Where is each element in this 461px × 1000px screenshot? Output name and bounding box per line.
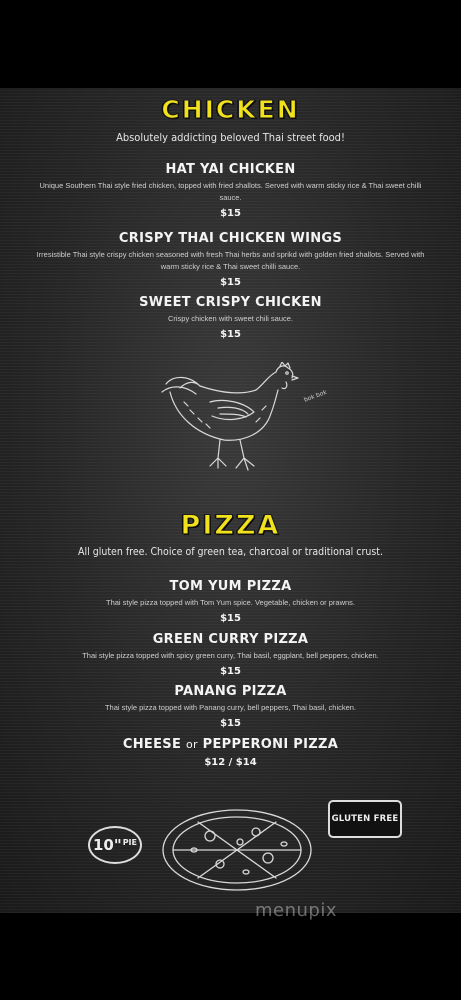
item-name: GREEN CURRY PIZZA [152,632,309,647]
menu-item-cheese-or-pepperoni-pizza: CHEESE or PEPPERONI PIZZA $12 / $14 [30,737,431,770]
item-name: CRISPY THAI CHICKEN WINGS [118,231,343,246]
item-description: Unique Southern Thai style fried chicken… [39,181,422,202]
item-name: SWEET CRISPY CHICKEN [139,295,322,310]
item-description: Thai style pizza topped with Tom Yum spi… [105,598,356,607]
item-description: Crispy chicken with sweet chili sauce. [167,314,294,323]
item-name: PANANG PIZZA [174,684,287,699]
item-price: $12 / $14 [204,757,257,768]
item-name-or: or [185,738,198,751]
item-description: Thai style pizza topped with spicy green… [82,651,379,660]
item-name: TOM YUM PIZZA [169,579,292,594]
menu-item-hat-yai-chicken: HAT YAI CHICKEN Unique Southern Thai sty… [30,162,431,221]
menu-item-sweet-crispy-chicken: SWEET CRISPY CHICKEN Crispy chicken with… [30,295,431,342]
item-price: $15 [220,277,241,288]
chicken-section-subtitle: Absolutely addicting beloved Thai street… [116,131,345,144]
pizza-section-title: PIZZA [180,510,281,542]
item-name: HAT YAI CHICKEN [165,162,296,177]
pizza-illustration [162,809,312,891]
gluten-free-label: GLUTEN FREE [331,814,399,824]
item-description: Irresistible Thai style crispy chicken s… [36,250,425,271]
gluten-free-badge: GLUTEN FREE [328,800,402,838]
item-name-cheese: CHEESE [122,737,182,752]
pie-size-value: 10" [92,836,122,854]
item-price: $15 [220,613,241,624]
menu-item-tom-yum-pizza: TOM YUM PIZZA Thai style pizza topped wi… [30,579,431,626]
item-price: $15 [220,666,241,677]
item-description: Thai style pizza topped with Panang curr… [104,703,357,712]
pizza-section-subtitle: All gluten free. Choice of green tea, ch… [78,546,383,558]
pie-size-unit: PIE [122,837,137,847]
item-price: $15 [220,718,241,729]
item-name-pepperoni: PEPPERONI PIZZA [202,737,339,752]
menu-item-green-curry-pizza: GREEN CURRY PIZZA Thai style pizza toppe… [30,632,431,679]
pie-size-badge: 10" PIE [88,826,142,864]
item-name: CHEESE or PEPPERONI PIZZA [30,737,431,753]
menupix-watermark: menupix [254,900,337,921]
menu-item-crispy-thai-chicken-wings: CRISPY THAI CHICKEN WINGS Irresistible T… [30,231,431,290]
item-price: $15 [220,329,241,340]
chicken-section-title: CHICKEN [161,95,300,125]
chicken-illustration [161,362,299,471]
item-price: $15 [220,208,241,219]
menu-item-panang-pizza: PANANG PIZZA Thai style pizza topped wit… [30,684,431,731]
